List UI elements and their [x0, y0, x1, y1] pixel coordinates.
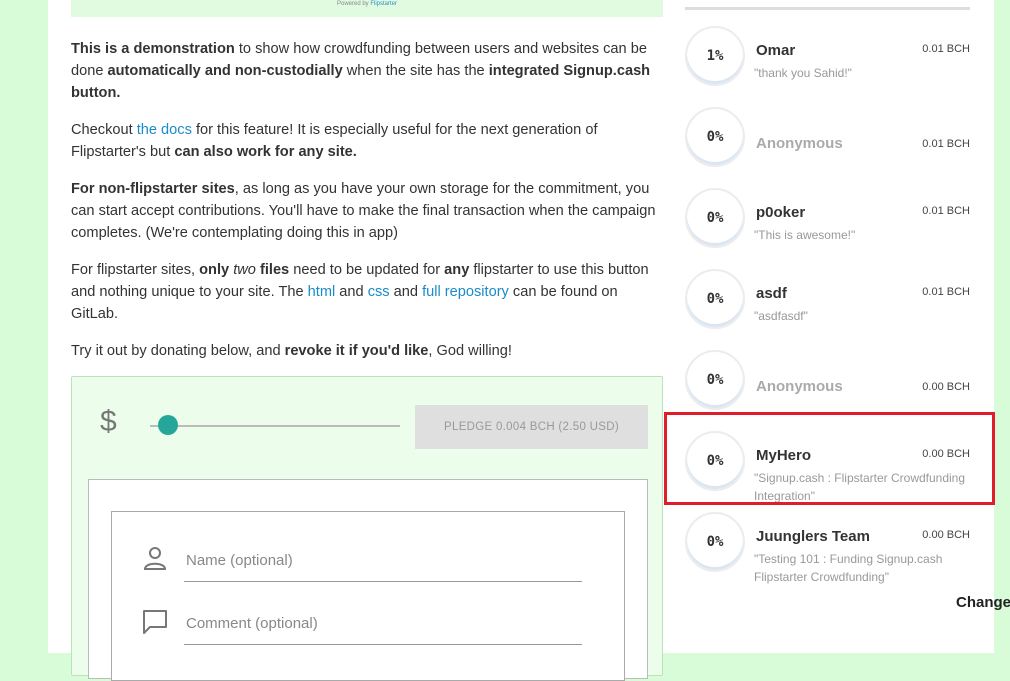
intro-paragraph: For flipstarter sites, only two files ne…: [71, 259, 661, 325]
backer-item: 0% asdf 0.01 BCH "asdfasdf": [685, 269, 970, 339]
backer-amount: 0.01 BCH: [922, 205, 970, 217]
intro-bold-text: any: [444, 262, 470, 278]
intro-link[interactable]: html: [308, 284, 336, 300]
intro-link[interactable]: css: [368, 284, 390, 300]
backer-amount: 0.01 BCH: [922, 138, 970, 150]
name-input[interactable]: [184, 540, 582, 582]
intro-text-span: Try it out by donating below, and: [71, 343, 285, 359]
person-icon: [143, 547, 167, 570]
name-field-row: [140, 540, 590, 584]
backer-percent: 0%: [685, 512, 745, 572]
pledge-widget: $ PLEDGE 0.004 BCH (2.50 USD): [71, 376, 663, 681]
backer-name: Omar: [756, 42, 796, 59]
backer-percent: 0%: [685, 188, 745, 248]
change-label[interactable]: Change: [956, 594, 1010, 611]
comment-input[interactable]: [184, 603, 582, 645]
intro-bold-text: automatically and non-custodially: [107, 63, 343, 79]
backer-percent: 0%: [685, 107, 745, 167]
intro-bold-text: revoke it if you'd like: [284, 343, 429, 359]
backer-comment: "thank you Sahid!": [754, 66, 852, 80]
intro-paragraph: For non-flipstarter sites, as long as yo…: [71, 178, 661, 244]
intro-text-span: and: [389, 284, 423, 300]
backer-item: 0% Anonymous 0.00 BCH: [685, 350, 970, 420]
intro-text: This is a demonstration to show how crow…: [71, 38, 661, 377]
intro-text-span: For flipstarter sites,: [71, 262, 200, 278]
intro-text-span: and: [335, 284, 368, 300]
intro-bold-text: For non-flipstarter sites: [71, 181, 235, 197]
comment-field-row: [140, 603, 590, 647]
backer-percent: 0%: [685, 350, 745, 410]
pledge-button[interactable]: PLEDGE 0.004 BCH (2.50 USD): [415, 405, 648, 449]
backer-comment: "asdfasdf": [754, 309, 808, 323]
pledge-slider-track[interactable]: [150, 425, 400, 427]
intro-italic-text: two: [233, 262, 256, 278]
backer-comment: "This is awesome!": [754, 228, 856, 242]
backers-list: 1% Omar 0.01 BCH "thank you Sahid!" 0% Anonym…: [685, 0, 970, 653]
pledge-form: [111, 511, 625, 681]
backer-name: Anonymous: [756, 135, 843, 152]
backer-amount: 0.00 BCH: [922, 529, 970, 541]
backer-percent: 0%: [685, 269, 745, 329]
intro-bold-text: only: [199, 262, 234, 278]
backer-item: 0% Juunglers Team 0.00 BCH "Testing 101 : F…: [685, 512, 970, 584]
backer-name: Juunglers Team: [756, 528, 870, 545]
pledge-slider-thumb[interactable]: [157, 415, 178, 435]
intro-text-span: , God willing!: [428, 343, 512, 359]
flipstarter-banner: Powered by Flipstarter: [71, 0, 663, 17]
backer-name: MyHero: [756, 447, 812, 464]
backer-amount: 0.01 BCH: [922, 43, 970, 55]
backer-percent: 1%: [685, 26, 745, 86]
intro-link[interactable]: full repository: [422, 284, 509, 300]
intro-link[interactable]: the docs: [137, 122, 192, 138]
backer-amount: 0.00 BCH: [922, 381, 970, 393]
backer-name: p0oker: [756, 204, 806, 221]
backer-item: 0% MyHero 0.00 BCH "Signup.cash : Flipstart…: [685, 431, 970, 503]
backer-amount: 0.01 BCH: [922, 286, 970, 298]
backer-name: Anonymous: [756, 378, 843, 395]
comment-icon: [143, 610, 167, 634]
divider: [685, 7, 970, 10]
backer-item: 1% Omar 0.01 BCH "thank you Sahid!": [685, 26, 970, 96]
banner-powered-by: Powered by: [336, 1, 369, 7]
intro-text-span: need to be updated for: [289, 262, 445, 278]
intro-bold-text: This is a demonstration: [71, 41, 235, 57]
intro-paragraph: This is a demonstration to show how crow…: [71, 38, 661, 104]
intro-bold-text: can also work for any site.: [174, 144, 357, 160]
backer-comment: "Testing 101 : Funding Signup.cash Flips…: [754, 552, 943, 584]
backer-item: 0% Anonymous 0.01 BCH: [685, 107, 970, 177]
backer-percent: 0%: [685, 431, 745, 491]
currency-symbol: $: [100, 405, 117, 438]
intro-text-span: Checkout: [71, 122, 137, 138]
intro-paragraph: Try it out by donating below, and revoke…: [71, 340, 661, 362]
backer-item: 0% p0oker 0.01 BCH "This is awesome!": [685, 188, 970, 258]
backer-comment: "Signup.cash : Flipstarter Crowdfunding …: [754, 471, 966, 503]
backer-amount: 0.00 BCH: [922, 448, 970, 460]
intro-bold-text: files: [255, 262, 290, 278]
intro-paragraph: Checkout the docs for this feature! It i…: [71, 119, 661, 163]
intro-text-span: when the site has the: [342, 63, 489, 79]
pledge-form-card: [88, 479, 648, 681]
backer-name: asdf: [756, 285, 787, 302]
banner-brand[interactable]: Flipstarter: [370, 1, 397, 7]
